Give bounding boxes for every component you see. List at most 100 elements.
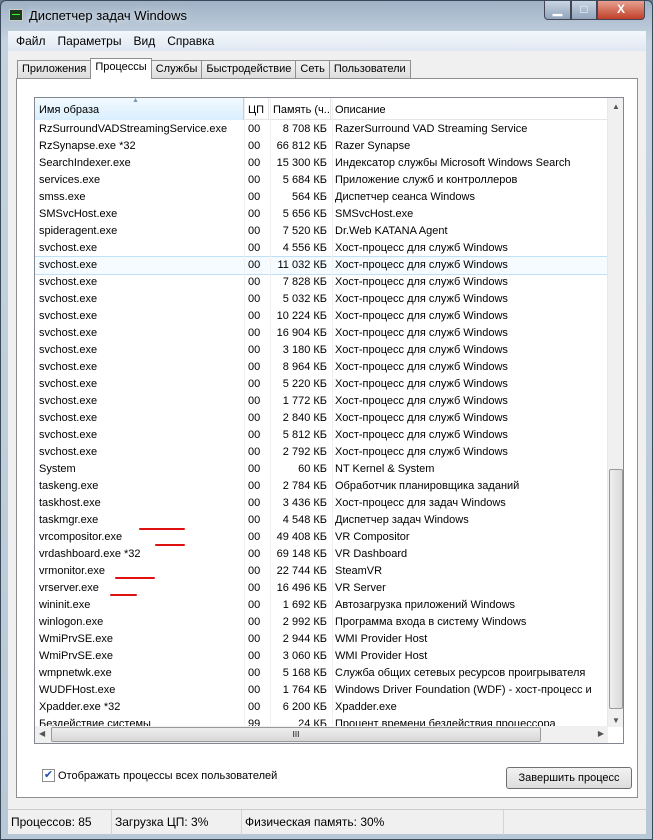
table-row[interactable]: RzSurroundVADStreamingService.exe 00 8 708… <box>35 121 608 138</box>
table-row[interactable]: svchost.exe 00 2 840 КБ Хост-процесс для сл… <box>35 410 608 427</box>
cell-image-name: taskmgr.exe <box>39 514 99 526</box>
table-row[interactable]: wininit.exe 00 1 692 КБ Автозагрузка прилож… <box>35 597 608 614</box>
table-row[interactable]: Xpadder.exe *32 00 6 200 КБ Xpadder.exe <box>35 699 608 716</box>
title-bar[interactable]: Диспетчер задач Windows ▁ □ X <box>1 1 652 31</box>
table-row[interactable]: vrcompositor.exe 00 49 408 КБ VR Compositor <box>35 528 608 546</box>
table-row[interactable]: svchost.exe 00 4 556 КБ Хост-процесс для сл… <box>35 240 608 257</box>
cell-image-name: RzSynapse.exe *32 <box>39 140 136 152</box>
minimize-button[interactable]: ▁ <box>544 1 571 20</box>
column-memory[interactable]: Память (ч... <box>269 98 331 120</box>
tab-users[interactable]: Пользователи <box>328 60 411 79</box>
cell-image-name: RzSurroundVADStreamingService.exe <box>39 123 228 135</box>
cell-image-name: WmiPrvSE.exe <box>39 633 113 645</box>
table-row[interactable]: svchost.exe 00 8 964 КБ Хост-процесс для сл… <box>35 359 608 376</box>
process-list[interactable]: ▲ Имя образа ЦП Память (ч... Описание RzS… <box>34 97 624 744</box>
cell-cpu: 00 <box>248 242 261 254</box>
vertical-scroll-thumb[interactable] <box>609 469 623 709</box>
table-row[interactable]: wmpnetwk.exe 00 5 168 КБ Служба общих сетев… <box>35 665 608 682</box>
scroll-up-icon[interactable]: ▲ <box>612 102 620 111</box>
cell-memory: 3 436 КБ <box>282 497 327 509</box>
maximize-button[interactable]: □ <box>571 1 597 20</box>
end-process-button[interactable]: Завершить процесс <box>506 767 632 789</box>
table-row[interactable]: SMSvcHost.exe 00 5 656 КБ SMSvcHost.exe <box>35 206 608 223</box>
menu-file[interactable]: Файл <box>16 34 46 48</box>
horizontal-scroll-thumb[interactable]: III <box>51 727 541 742</box>
cell-memory: 2 840 КБ <box>282 412 327 424</box>
table-row[interactable]: RzSynapse.exe *32 00 66 812 КБ Razer Synaps… <box>35 138 608 155</box>
table-row[interactable]: svchost.exe 00 5 220 КБ Хост-процесс для сл… <box>35 376 608 393</box>
tab-network[interactable]: Сеть <box>295 60 330 79</box>
table-row[interactable]: svchost.exe 00 5 032 КБ Хост-процесс для сл… <box>35 291 608 308</box>
cell-memory: 16 904 КБ <box>276 327 327 339</box>
cell-cpu: 00 <box>248 259 261 271</box>
table-row[interactable]: smss.exe 00 564 КБ Диспетчер сеанса Windows <box>35 189 608 206</box>
cell-memory: 5 168 КБ <box>282 667 327 679</box>
checkbox-checked-icon[interactable]: ✔ <box>42 769 55 782</box>
table-row[interactable]: taskhost.exe 00 3 436 КБ Хост-процесс для з… <box>35 495 608 512</box>
cell-cpu: 00 <box>248 684 261 696</box>
cell-memory: 5 220 КБ <box>282 378 327 390</box>
table-row[interactable]: WUDFHost.exe 00 1 764 КБ Windows Driver Fou… <box>35 682 608 699</box>
tab-performance[interactable]: Быстродействие <box>201 60 297 79</box>
close-button[interactable]: X <box>597 1 645 20</box>
cell-memory: 69 148 КБ <box>276 548 327 560</box>
cell-description: Хост-процесс для служб Windows <box>335 310 508 322</box>
table-row[interactable]: svchost.exe 00 10 224 КБ Хост-процесс для с… <box>35 308 608 325</box>
cell-cpu: 00 <box>248 480 261 492</box>
table-row[interactable]: svchost.exe 00 5 812 КБ Хост-процесс для сл… <box>35 427 608 444</box>
table-row[interactable]: System 00 60 КБ NT Kernel & System <box>35 461 608 478</box>
table-row[interactable]: vrmonitor.exe 00 22 744 КБ SteamVR <box>35 563 608 580</box>
resize-grip[interactable] <box>504 810 646 835</box>
table-row[interactable]: vrdashboard.exe *32 00 69 148 КБ VR Dashboa… <box>35 544 608 563</box>
cell-description: VR Compositor <box>335 531 410 543</box>
cell-cpu: 00 <box>248 395 261 407</box>
window-title: Диспетчер задач Windows <box>29 8 188 23</box>
cell-cpu: 00 <box>248 123 261 135</box>
table-row[interactable]: SearchIndexer.exe 00 15 300 КБ Индексатор с… <box>35 155 608 172</box>
scroll-left-icon[interactable]: ◀ <box>39 729 45 738</box>
column-description[interactable]: Описание <box>331 98 608 120</box>
cell-description: Индексатор службы Microsoft Windows Sear… <box>335 157 571 169</box>
cell-image-name: svchost.exe <box>39 446 98 458</box>
cell-memory: 4 556 КБ <box>282 242 327 254</box>
tab-processes[interactable]: Процессы <box>90 58 152 79</box>
table-row[interactable]: WmiPrvSE.exe 00 3 060 КБ WMI Provider Host <box>35 648 608 665</box>
cell-cpu: 00 <box>248 497 261 509</box>
cell-image-name: winlogon.exe <box>39 616 104 628</box>
scroll-right-icon[interactable]: ▶ <box>598 729 604 738</box>
column-image-name[interactable]: ▲ Имя образа <box>35 98 244 120</box>
column-cpu[interactable]: ЦП <box>244 98 269 120</box>
horizontal-scrollbar[interactable]: ◀ III ▶ <box>35 726 608 743</box>
cell-memory: 49 408 КБ <box>276 531 327 543</box>
table-row[interactable]: svchost.exe 00 16 904 КБ Хост-процесс для с… <box>35 325 608 342</box>
cell-cpu: 00 <box>248 157 261 169</box>
table-row[interactable]: taskmgr.exe 00 4 548 КБ Диспетчер задач Win… <box>35 512 608 529</box>
table-row[interactable]: svchost.exe 00 3 180 КБ Хост-процесс для сл… <box>35 342 608 359</box>
cell-description: Хост-процесс для служб Windows <box>335 276 508 288</box>
cell-cpu: 00 <box>248 310 261 322</box>
cell-cpu: 00 <box>248 582 261 594</box>
cell-description: Программа входа в систему Windows <box>335 616 527 628</box>
cell-memory: 2 784 КБ <box>282 480 327 492</box>
menu-help[interactable]: Справка <box>167 34 214 48</box>
menu-view[interactable]: Вид <box>133 34 155 48</box>
show-all-users-checkbox[interactable]: ✔ Отображать процессы всех пользователей <box>42 769 277 782</box>
cell-image-name: svchost.exe <box>39 242 98 254</box>
table-row[interactable]: spideragent.exe 00 7 520 КБ Dr.Web KATANA A… <box>35 223 608 240</box>
table-row[interactable]: vrserver.exe 00 16 496 КБ VR Server <box>35 580 608 597</box>
table-row[interactable]: services.exe 00 5 684 КБ Приложение служб и… <box>35 172 608 189</box>
menu-options[interactable]: Параметры <box>58 34 122 48</box>
cell-cpu: 00 <box>248 225 261 237</box>
vertical-scrollbar[interactable]: ▲ ▼ <box>607 98 623 727</box>
tab-applications[interactable]: Приложения <box>17 60 92 79</box>
table-row[interactable]: svchost.exe 00 11 032 КБ Хост-процесс для с… <box>35 256 609 275</box>
table-row[interactable]: svchost.exe 00 1 772 КБ Хост-процесс для сл… <box>35 393 608 410</box>
cell-memory: 1 764 КБ <box>282 684 327 696</box>
table-row[interactable]: svchost.exe 00 7 828 КБ Хост-процесс для сл… <box>35 274 608 291</box>
scroll-down-icon[interactable]: ▼ <box>612 716 620 725</box>
table-row[interactable]: winlogon.exe 00 2 992 КБ Программа входа в … <box>35 614 608 631</box>
table-row[interactable]: WmiPrvSE.exe 00 2 944 КБ WMI Provider Host <box>35 631 608 648</box>
tab-services[interactable]: Службы <box>150 60 203 79</box>
table-row[interactable]: taskeng.exe 00 2 784 КБ Обработчик планиров… <box>35 478 608 495</box>
table-row[interactable]: svchost.exe 00 2 792 КБ Хост-процесс для сл… <box>35 444 608 461</box>
